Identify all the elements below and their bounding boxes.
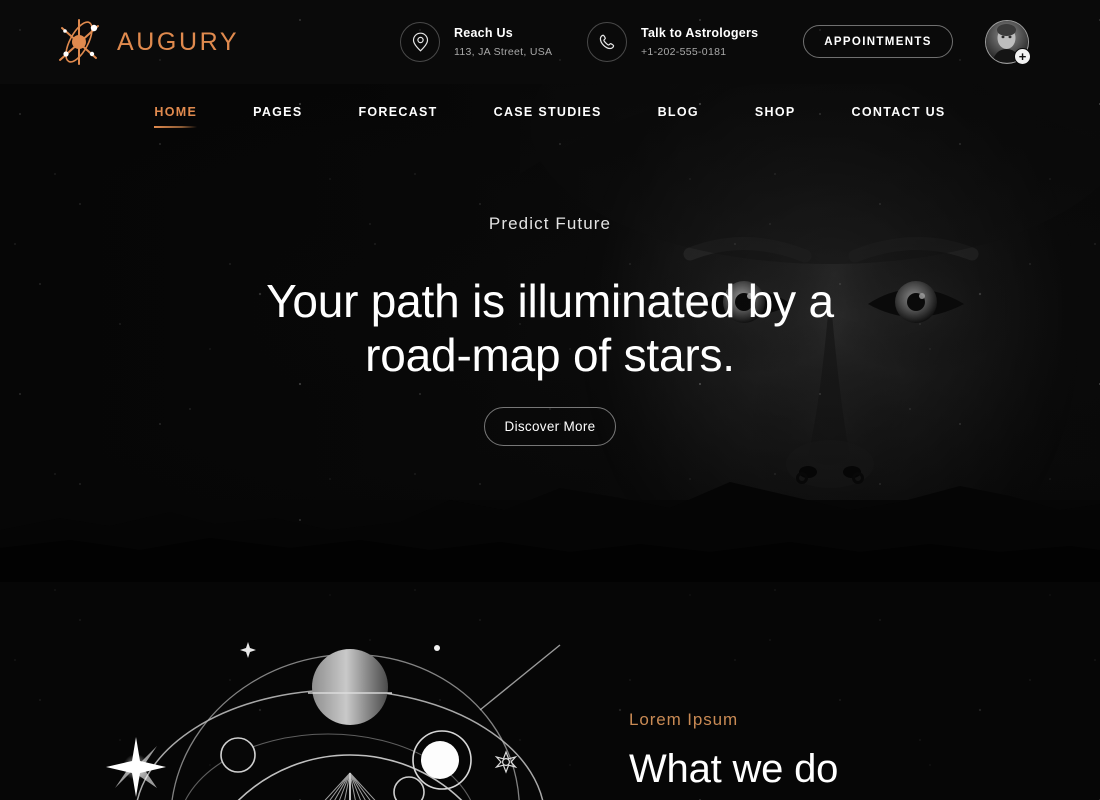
hero-eyebrow: Predict Future — [488, 214, 612, 233]
phone-icon — [587, 22, 627, 62]
hero-headline-line-2: road-map of stars. — [365, 329, 735, 382]
map-pin-icon — [400, 22, 440, 62]
contact-detail: +1-202-555-0181 — [641, 45, 727, 58]
nav-item-pages[interactable]: PAGES — [225, 105, 330, 119]
section-eyebrow: Lorem Ipsum — [629, 710, 739, 729]
mountain-ridge-silhouette — [0, 482, 1100, 582]
section-title: What we do — [629, 747, 839, 791]
orrery-illustration — [106, 642, 561, 800]
appointments-button[interactable]: APPOINTMENTS — [803, 25, 953, 58]
nav-item-forecast[interactable]: FORECAST — [330, 105, 465, 119]
main-navigation: HOME PAGES FORECAST CASE STUDIES BLOG SH… — [0, 84, 1100, 140]
nav-item-shop[interactable]: SHOP — [727, 105, 824, 119]
sparkle-star-icon — [106, 737, 166, 797]
contact-reach-us[interactable]: Reach Us 113, JA Street, USA — [400, 22, 552, 62]
contact-detail: 113, JA Street, USA — [454, 45, 553, 58]
contact-title: Talk to Astrologers — [641, 25, 759, 40]
user-avatar[interactable]: + — [985, 20, 1031, 65]
avatar-add-badge[interactable]: + — [1014, 48, 1031, 65]
page-root: Predict Future Your path is illuminated … — [0, 0, 1100, 800]
six-point-star-icon — [494, 750, 518, 774]
hero-section: Predict Future Your path is illuminated … — [0, 84, 1100, 504]
nav-item-contact-us[interactable]: CONTACT US — [824, 105, 974, 119]
brand-name: AUGURY — [117, 27, 240, 56]
contact-talk-to-astrologers[interactable]: Talk to Astrologers +1-202-555-0181 — [587, 22, 758, 62]
what-we-do-block: Lorem Ipsum What we do — [629, 710, 838, 792]
brand-logo[interactable]: AUGURY — [52, 16, 239, 68]
atom-starburst-icon — [52, 16, 106, 68]
contact-title: Reach Us — [454, 25, 513, 40]
discover-more-button[interactable]: Discover More — [484, 407, 616, 446]
hero-headline-line-1: Your path is illuminated by a — [266, 275, 834, 327]
nav-item-blog[interactable]: BLOG — [630, 105, 727, 119]
nav-item-case-studies[interactable]: CASE STUDIES — [466, 105, 630, 119]
hero-headline: Your path is illuminated by a road-map o… — [0, 274, 1100, 383]
hero-content: Predict Future Your path is illuminated … — [0, 84, 1100, 504]
small-star-icon — [240, 642, 256, 658]
star-dot — [434, 645, 440, 651]
header-bar: AUGURY Reach Us 113, JA Street, USA Talk… — [0, 0, 1100, 84]
nav-item-home[interactable]: HOME — [126, 105, 225, 128]
